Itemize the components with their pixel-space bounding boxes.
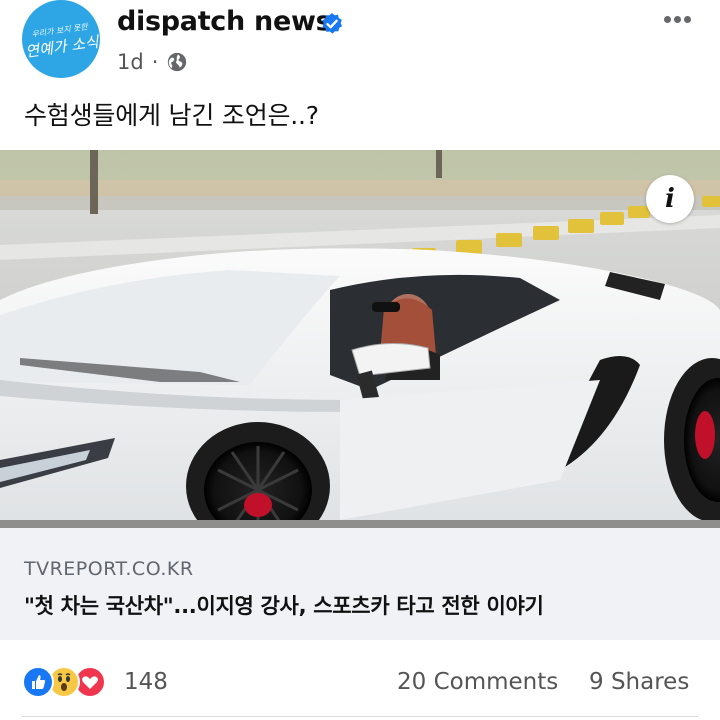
post-caption: 수험생들에게 남긴 조언은..?	[24, 101, 319, 130]
avatar-logo-text: 우리가 보지 못한 연예가 소식	[22, 18, 100, 61]
like-reaction-icon	[22, 666, 54, 698]
info-icon[interactable]: i	[646, 175, 694, 223]
link-headline[interactable]: "첫 차는 국산차"...이지영 강사, 스포츠카 타고 전한 이야기	[24, 590, 544, 620]
globe-icon	[168, 52, 187, 72]
sports-car-photo	[0, 150, 720, 528]
verified-badge-icon	[322, 13, 342, 34]
post-meta: 1d ·	[117, 50, 188, 74]
footer-divider	[22, 716, 698, 717]
page-name-link[interactable]: dispatch news	[117, 6, 332, 37]
link-domain: TVREPORT.CO.KR	[24, 558, 194, 580]
more-options-icon[interactable]	[664, 8, 698, 23]
reaction-count[interactable]: 148	[124, 669, 168, 695]
shares-count-link[interactable]: 9 Shares	[589, 669, 689, 695]
post-header: 우리가 보지 못한 연예가 소식 dispatch news 1d ·	[0, 0, 720, 90]
comments-count-link[interactable]: 20 Comments	[397, 669, 558, 695]
page-avatar[interactable]: 우리가 보지 못한 연예가 소식	[22, 0, 100, 78]
meta-separator: ·	[151, 50, 159, 74]
link-preview-box[interactable]	[0, 528, 720, 640]
post-timestamp[interactable]: 1d	[117, 50, 144, 74]
reaction-icons[interactable]	[22, 666, 106, 698]
link-preview-image[interactable]	[0, 150, 720, 528]
